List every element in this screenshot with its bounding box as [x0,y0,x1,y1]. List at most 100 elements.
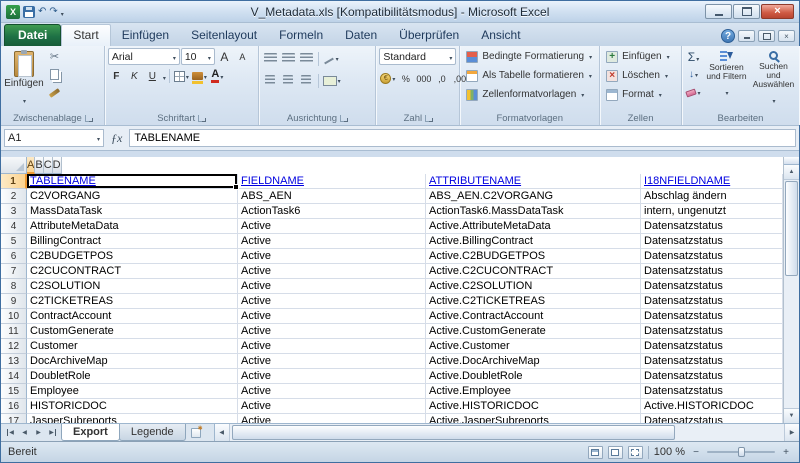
align-left-button[interactable] [262,72,279,89]
cell[interactable]: Active.DocArchiveMap [426,354,641,369]
split-handle[interactable] [784,157,799,165]
sort-filter-button[interactable]: Sortieren und Filtern [704,48,749,109]
number-dialog-launcher-icon[interactable] [425,115,432,122]
cell[interactable]: Active [238,234,426,249]
row-header[interactable]: 5 [1,234,27,249]
cell[interactable]: Datensatzstatus [641,369,783,384]
cell[interactable]: Active [238,309,426,324]
undo-icon[interactable]: ↶ [38,7,46,17]
zoom-in-icon[interactable] [780,447,792,458]
cell[interactable]: ActionTask6.MassDataTask [426,204,641,219]
row-header[interactable]: 15 [1,384,27,399]
find-select-button[interactable]: Suchen und Auswählen [751,48,796,109]
bold-button[interactable]: F [108,68,125,85]
cell[interactable]: Active.CustomGenerate [426,324,641,339]
cell[interactable]: Active.AttributeMetaData [426,219,641,234]
cell[interactable]: HISTORICDOC [27,399,238,414]
cell[interactable]: Active [238,324,426,339]
workbook-restore-button[interactable] [758,30,775,42]
cell[interactable]: C2TICKETREAS [27,294,238,309]
last-sheet-icon[interactable] [46,426,59,439]
column-header[interactable]: D [53,157,62,174]
close-button[interactable] [761,4,794,19]
merge-center-button[interactable] [322,72,342,89]
zoom-out-icon[interactable] [690,447,702,458]
cell[interactable]: ContractAccount [27,309,238,324]
cell[interactable]: DocArchiveMap [27,354,238,369]
column-header[interactable]: A [27,157,35,174]
increase-decimal-button[interactable]: ,0 [433,70,450,87]
row-header[interactable]: 9 [1,294,27,309]
cell[interactable]: Active [238,399,426,414]
cell[interactable]: Active.C2BUDGETPOS [426,249,641,264]
name-box[interactable]: A1 [4,129,104,147]
excel-logo-icon[interactable] [6,5,20,19]
cell[interactable]: ActionTask6 [238,204,426,219]
first-sheet-icon[interactable] [4,426,17,439]
align-bottom-button[interactable] [298,50,315,67]
cell[interactable]: FIELDNAME [238,174,426,189]
percent-format-button[interactable]: % [397,70,414,87]
column-header[interactable]: B [35,157,43,174]
fill-color-button[interactable] [191,68,208,85]
cell[interactable]: Active.C2TICKETREAS [426,294,641,309]
row-header[interactable]: 1 [1,174,27,189]
row-header[interactable]: 17 [1,414,27,423]
vertical-scroll-thumb[interactable] [785,181,798,276]
cell[interactable]: MassDataTask [27,204,238,219]
ribbon-tab[interactable]: Formeln [268,25,334,46]
select-all-button[interactable] [1,157,27,174]
ribbon-tab[interactable]: Einfügen [111,25,180,46]
cell[interactable]: Datensatzstatus [641,324,783,339]
zoom-slider-thumb[interactable] [738,447,745,457]
row-header[interactable]: 8 [1,279,27,294]
page-layout-view-button[interactable] [608,446,623,459]
row-header[interactable]: 7 [1,264,27,279]
cell[interactable]: intern, ungenutzt [641,204,783,219]
horizontal-scrollbar[interactable] [214,424,799,441]
row-header[interactable]: 6 [1,249,27,264]
zoom-slider[interactable] [707,451,775,453]
align-top-button[interactable] [262,50,279,67]
vertical-scrollbar[interactable] [783,157,799,423]
save-icon[interactable] [23,6,35,18]
cell[interactable]: Active.ContractAccount [426,309,641,324]
cell[interactable]: ABS_AEN [238,189,426,204]
cell[interactable]: DoubletRole [27,369,238,384]
horizontal-scroll-track[interactable] [230,424,784,441]
cell[interactable]: Active [238,264,426,279]
copy-button[interactable] [46,66,63,83]
cell[interactable]: Active [238,354,426,369]
cell[interactable]: Active [238,294,426,309]
align-center-button[interactable] [280,72,297,89]
cell[interactable]: Active.C2CUCONTRACT [426,264,641,279]
cell[interactable]: Active [238,339,426,354]
cell[interactable]: Active [238,369,426,384]
cell-styles-button[interactable]: Zellenformatvorlagen [463,86,596,103]
cell[interactable]: BillingContract [27,234,238,249]
ribbon-tab[interactable]: Start [61,24,110,46]
file-tab[interactable]: Datei [4,24,61,46]
normal-view-button[interactable] [588,446,603,459]
cell[interactable]: Active.C2SOLUTION [426,279,641,294]
scroll-left-icon[interactable] [215,424,230,441]
maximize-button[interactable] [733,4,760,19]
cut-button[interactable]: ✂ [46,48,63,65]
cell[interactable]: Active.Employee [426,384,641,399]
cell[interactable]: Active.JasperSubreports [426,414,641,423]
align-middle-button[interactable] [280,50,297,67]
cell[interactable]: Active.BillingContract [426,234,641,249]
clear-button[interactable] [685,84,702,101]
row-header[interactable]: 12 [1,339,27,354]
cell[interactable]: C2VORGANG [27,189,238,204]
underline-button[interactable]: U [144,68,161,85]
italic-button[interactable]: K [126,68,143,85]
number-format-select[interactable]: Standard [379,48,456,65]
vertical-scroll-track[interactable] [784,180,799,408]
delete-cells-button[interactable]: Löschen [603,67,678,84]
cell-a1[interactable]: TABLENAME [27,174,238,189]
font-dialog-launcher-icon[interactable] [198,115,205,122]
cell[interactable]: Datensatzstatus [641,219,783,234]
workbook-minimize-button[interactable] [738,30,755,42]
cell[interactable]: Active [238,279,426,294]
